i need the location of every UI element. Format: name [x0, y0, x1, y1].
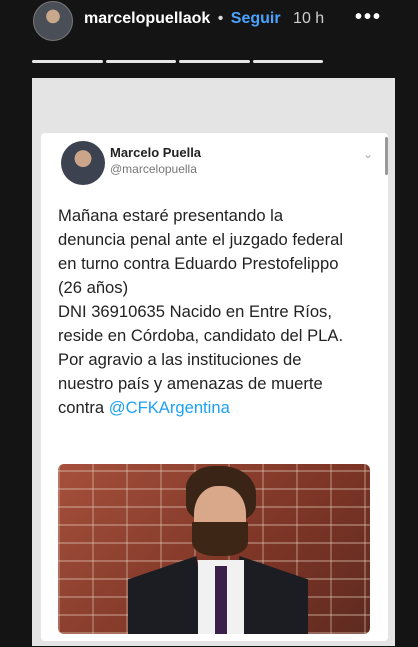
tweet-text-line: denuncia penal ante el juzgado federal [58, 230, 344, 249]
tweet-avatar [61, 141, 105, 185]
tweet-handle: @marcelopuella [110, 162, 197, 176]
chevron-down-icon: ⌄ [363, 147, 374, 161]
tweet-photo [58, 464, 370, 634]
more-options-icon[interactable]: ••• [355, 6, 382, 29]
progress-segment [252, 60, 323, 63]
avatar[interactable] [33, 1, 73, 41]
post-time: 10 h [293, 10, 325, 27]
username-link[interactable]: marcelopuellaok [84, 10, 210, 27]
mention-link: @CFKArgentina [108, 398, 230, 417]
tweet-text-line: Por agravio a las instituciones de [58, 350, 302, 369]
separator-dot: • [217, 10, 224, 27]
tweet-text-line: reside en Córdoba, candidato del PLA. [58, 326, 344, 345]
tweet-text-line: en turno contra Eduardo Prestofelippo [58, 254, 339, 273]
tweet-text-line: Mañana estaré presentando la [58, 206, 284, 225]
progress-segment [105, 60, 176, 63]
story-header: marcelopuellaok • Seguir 10 h ••• [0, 0, 418, 42]
tweet-card: Marcelo Puella @marcelopuella ⌄ Mañana e… [41, 133, 388, 641]
scrollbar [385, 137, 388, 175]
tweet-text-line-last: contra @CFKArgentina [58, 396, 383, 420]
tweet-text: Mañana estaré presentando la denuncia pe… [58, 204, 383, 420]
tweet-display-name: Marcelo Puella [110, 145, 202, 160]
follow-button[interactable]: Seguir [231, 10, 281, 27]
progress-segment [179, 60, 250, 63]
tweet-text-line: nuestro país y amenazas de muerte [58, 374, 323, 393]
tweet-text-prefix: contra [58, 398, 109, 417]
tweet-text-line: DNI 36910635 Nacido en Entre Ríos, [58, 302, 332, 321]
story-header-text: marcelopuellaok • Seguir 10 h [84, 10, 324, 28]
progress-segment [32, 60, 103, 63]
story-progress-bar [32, 60, 323, 63]
tweet-text-line: (26 años) [58, 278, 129, 297]
person-figure [128, 464, 308, 634]
